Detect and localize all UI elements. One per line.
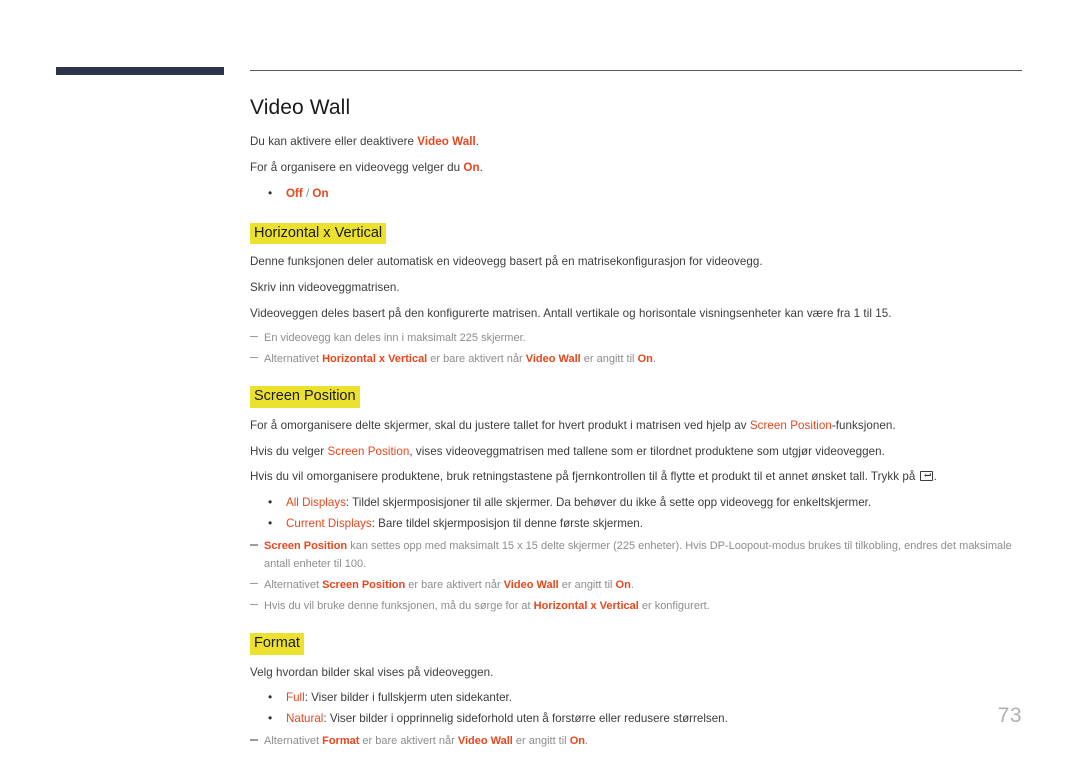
sp-paragraph-2-a: Hvis du velger <box>250 444 328 458</box>
sp-note-3-a: Hvis du vil bruke denne funksjonen, må d… <box>264 599 534 612</box>
page-content: Video Wall Du kan aktivere eller deaktiv… <box>250 95 1040 754</box>
section-heading-horizontal-x-vertical: Horizontal x Vertical <box>250 222 387 245</box>
hxv-note-2-em2: Video Wall <box>525 352 581 365</box>
sp-paragraph-2-em: Screen Position <box>327 444 410 458</box>
intro-line-1-text: Du kan aktivere eller deaktivere <box>250 135 418 149</box>
format-note-1-em2: Video Wall <box>457 735 513 748</box>
intro-line-2-tail: . <box>479 161 483 175</box>
hxv-note-2: Alternativet Horizontal x Vertical er ba… <box>250 351 1040 369</box>
format-paragraph-1: Velg hvordan bilder skal vises på videov… <box>250 665 494 679</box>
intro-line-1-tail: . <box>475 135 480 149</box>
format-note-1-em1: Format <box>322 735 360 748</box>
sp-paragraph-2: Hvis du velger Screen Position, vises vi… <box>250 442 1040 462</box>
sp-note-3-b: er konfigurert. <box>638 599 710 612</box>
hxv-note-2-c: er angitt til <box>580 352 638 365</box>
page-number: 73 <box>997 704 1022 727</box>
format-bullet-1-text: : Viser bilder i fullskjerm uten sidekan… <box>304 691 512 705</box>
hxv-paragraph-3: Videoveggen deles basert på den konfigur… <box>250 306 892 320</box>
hxv-note-2-a: Alternativet <box>264 352 323 365</box>
intro-line-2-emphasis: On <box>463 161 480 175</box>
sp-paragraph-1-em: Screen Position <box>749 418 832 432</box>
sp-note-2-b: er bare aktivert når <box>405 578 504 591</box>
section-heading-screen-position-wrap: Screen Position <box>250 386 1040 408</box>
list-item: Current Displays: Bare tildel skjermposi… <box>250 513 1040 535</box>
hxv-paragraph-1: Denne funksjonen deler automatisk en vid… <box>250 255 763 269</box>
sp-note-1: Screen Position kan settes opp med maksi… <box>250 538 1040 574</box>
document-page: Video Wall Du kan aktivere eller deaktiv… <box>0 0 1080 763</box>
intro-option-list: Off / On <box>250 183 1040 205</box>
list-item: Natural: Viser bilder i opprinnelig side… <box>250 708 1040 730</box>
sp-note-2-em1: Screen Position <box>322 578 406 591</box>
sp-note-2-c: er angitt til <box>558 578 616 591</box>
intro-line-2: For å organisere en videovegg velger du … <box>250 158 1040 178</box>
intro-line-1: Du kan aktivere eller deaktivere Video W… <box>250 132 1040 152</box>
section-heading-screen-position: Screen Position <box>250 386 360 408</box>
option-off: Off <box>286 187 303 201</box>
sp-bullet-1-em: All Displays <box>286 496 346 510</box>
sp-note-2: Alternativet Screen Position er bare akt… <box>250 577 1040 595</box>
sp-paragraph-1-a: For å omorganisere delte skjermer, skal … <box>250 418 750 432</box>
hxv-note-1: En videovegg kan deles inn i maksimalt 2… <box>250 330 1040 348</box>
format-option-list: Full: Viser bilder i fullskjerm uten sid… <box>250 687 1040 730</box>
sp-note-3: Hvis du vil bruke denne funksjonen, må d… <box>250 598 1040 616</box>
list-item: All Displays: Tildel skjermposisjoner ti… <box>250 492 1040 514</box>
sp-paragraph-1: For å omorganisere delte skjermer, skal … <box>250 416 1040 436</box>
format-note-1-b: er bare aktivert når <box>359 735 458 748</box>
sp-note-3-em1: Horizontal x Vertical <box>533 599 639 612</box>
section-heading-format-wrap: Format <box>250 633 1040 655</box>
page-title: Video Wall <box>250 96 351 119</box>
sp-bullet-2-em: Current Displays <box>286 517 372 531</box>
format-bullet-2-em: Natural <box>286 712 324 726</box>
sp-note-2-em3: On <box>615 578 631 591</box>
intro-line-1-emphasis: Video Wall <box>417 135 476 149</box>
sp-note-1-em: Screen Position <box>264 540 348 553</box>
sp-option-list: All Displays: Tildel skjermposisjoner ti… <box>250 492 1040 535</box>
format-note-1-em3: On <box>569 735 585 748</box>
format-bullet-2-text: : Viser bilder i opprinnelig sideforhold… <box>323 712 728 726</box>
sp-note-1-sub: antall enheter til 100. <box>264 557 367 570</box>
sp-paragraph-3-b: . <box>933 470 937 484</box>
option-on: On <box>312 187 329 201</box>
hxv-note-2-em1: Horizontal x Vertical <box>322 352 428 365</box>
sp-paragraph-1-b: -funksjonen. <box>831 418 896 432</box>
format-bullet-1-em: Full <box>286 691 305 705</box>
enter-key-icon <box>919 471 933 482</box>
section-heading-horizontal-x-vertical-wrap: Horizontal x Vertical <box>250 222 1040 245</box>
hxv-note-1-text: En videovegg kan deles inn i maksimalt 2… <box>264 331 526 344</box>
hxv-paragraph-2: Skriv inn videoveggmatrisen. <box>250 280 400 294</box>
format-note-1-a: Alternativet <box>264 735 323 748</box>
hxv-note-2-b: er bare aktivert når <box>427 352 526 365</box>
intro-line-2-text: For å organisere en videovegg velger du <box>250 161 464 175</box>
sp-note-2-em2: Video Wall <box>503 578 559 591</box>
option-separator: / <box>302 187 313 201</box>
hxv-note-2-d: . <box>652 352 656 365</box>
list-item: Full: Viser bilder i fullskjerm uten sid… <box>250 687 1040 709</box>
margin-decoration-bar <box>56 67 224 75</box>
format-note-1: Alternativet Format er bare aktivert når… <box>250 733 1040 751</box>
format-note-1-d: . <box>584 735 589 748</box>
section-heading-format: Format <box>250 633 304 655</box>
sp-paragraph-3: Hvis du vil omorganisere produktene, bru… <box>250 467 1040 487</box>
hxv-note-2-em3: On <box>637 352 653 365</box>
header-rule <box>250 70 1022 71</box>
sp-note-2-d: . <box>630 578 634 591</box>
sp-bullet-2-text: : Bare tildel skjermposisjon til denne f… <box>371 517 643 531</box>
sp-note-1-a: kan settes opp med maksimalt 15 x 15 del… <box>347 540 1012 553</box>
list-item: Off / On <box>250 183 1040 205</box>
sp-paragraph-3-a: Hvis du vil omorganisere produktene, bru… <box>250 470 919 484</box>
sp-paragraph-2-b: , vises videoveggmatrisen med tallene so… <box>409 444 885 458</box>
sp-bullet-1-text: : Tildel skjermposisjoner til alle skjer… <box>345 496 872 510</box>
format-note-1-c: er angitt til <box>512 735 570 748</box>
sp-note-2-a: Alternativet <box>264 578 323 591</box>
